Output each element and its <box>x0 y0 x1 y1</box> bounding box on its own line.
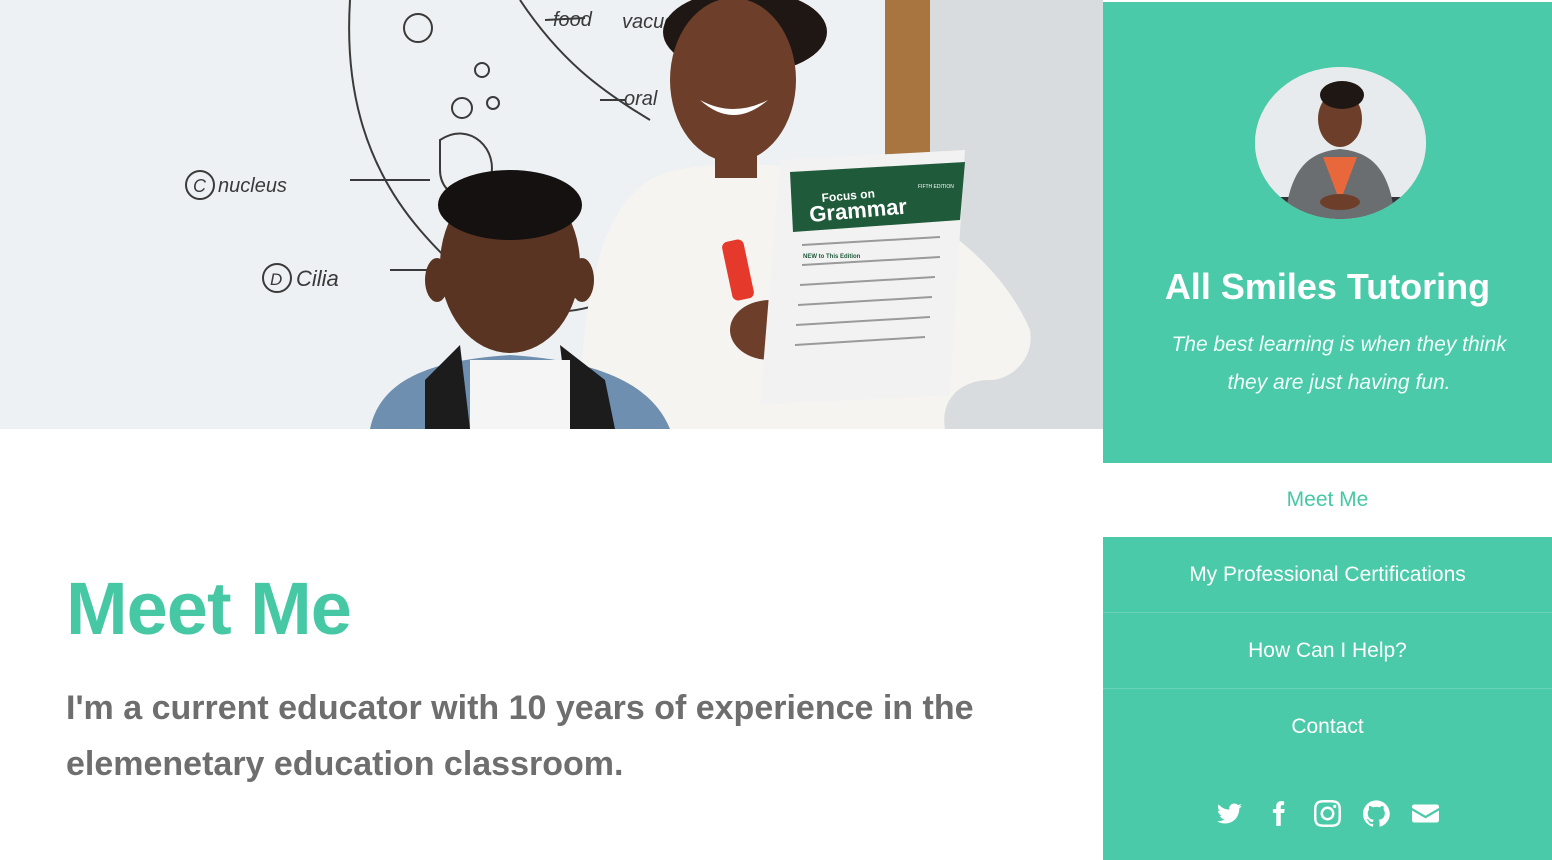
facebook-icon[interactable] <box>1265 799 1293 827</box>
sidebar: All Smiles Tutoring The best learning is… <box>1103 0 1552 860</box>
nav-item-label: How Can I Help? <box>1248 638 1407 662</box>
github-icon[interactable] <box>1363 799 1391 827</box>
tagline: The best learning is when they think the… <box>1171 333 1507 394</box>
book-edition: FIFTH EDITION <box>918 184 954 190</box>
twitter-icon[interactable] <box>1216 799 1244 827</box>
hero-image: food vacuo oral nucleus Cilia C D Focus … <box>0 0 1103 429</box>
nav-item-meet-me[interactable]: Meet Me <box>1103 463 1552 537</box>
intro-text: I'm a current educator with 10 years of … <box>66 689 974 783</box>
avatar <box>1255 67 1426 219</box>
envelope-icon[interactable] <box>1412 799 1440 827</box>
board-word-food: food <box>553 9 593 31</box>
nav-item-label: My Professional Certifications <box>1189 562 1466 586</box>
nav-item-label: Contact <box>1291 715 1364 738</box>
site-title[interactable]: All Smiles Tutoring <box>1103 266 1552 308</box>
board-word-cilia: Cilia <box>296 266 339 291</box>
nav-menu: My Professional Certifications How Can I… <box>1103 537 1552 860</box>
board-word-nucleus: nucleus <box>218 175 287 197</box>
board-letter-c: C <box>193 176 207 196</box>
nav-item-contact[interactable]: Contact <box>1103 689 1552 765</box>
book-new-label: NEW to This Edition <box>803 254 861 260</box>
nav-item-label: Meet Me <box>1286 488 1369 511</box>
brand-header: All Smiles Tutoring The best learning is… <box>1103 2 1552 463</box>
nav-item-certifications[interactable]: My Professional Certifications <box>1103 537 1552 613</box>
social-links <box>1103 799 1552 827</box>
board-word-oral: oral <box>624 88 658 110</box>
board-letter-d: D <box>270 270 282 289</box>
nav-item-how-can-i-help[interactable]: How Can I Help? <box>1103 613 1552 689</box>
page-title: Meet Me <box>66 567 352 650</box>
instagram-icon[interactable] <box>1314 799 1342 827</box>
main-content: food vacuo oral nucleus Cilia C D Focus … <box>0 0 1103 860</box>
